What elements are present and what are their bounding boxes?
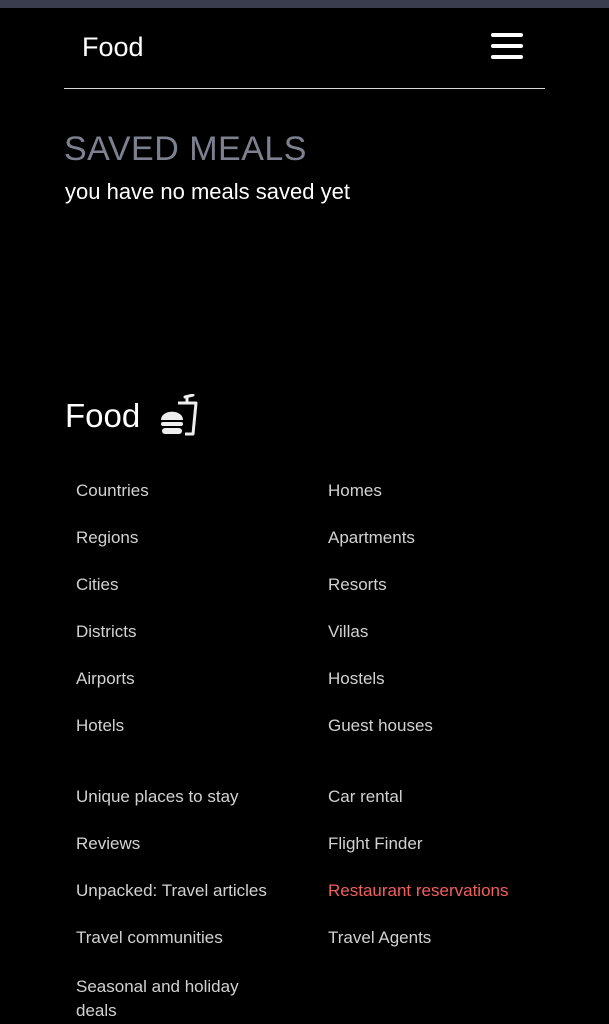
- footer-link[interactable]: Hostels: [328, 669, 433, 716]
- footer-link[interactable]: Apartments: [328, 528, 433, 575]
- footer-link[interactable]: Travel Agents: [328, 928, 508, 975]
- footer-link[interactable]: Resorts: [328, 575, 433, 622]
- fast-food-icon: [161, 394, 198, 436]
- footer-link[interactable]: Homes: [328, 481, 433, 528]
- footer-link[interactable]: Cities: [76, 575, 149, 622]
- footer-links-group1-right: Homes Apartments Resorts Villas Hostels …: [328, 481, 433, 763]
- footer-links-group1-left: Countries Regions Cities Districts Airpo…: [76, 481, 149, 763]
- footer-link[interactable]: Countries: [76, 481, 149, 528]
- footer-link[interactable]: Villas: [328, 622, 433, 669]
- footer-links-group2-right: Car rental Flight Finder Restaurant rese…: [328, 787, 508, 975]
- saved-meals-empty-message: you have no meals saved yet: [65, 179, 350, 204]
- footer-links-group2-left: Unique places to stay Reviews Unpacked: …: [76, 787, 276, 1023]
- footer-link[interactable]: Regions: [76, 528, 149, 575]
- footer-link[interactable]: Seasonal and holiday deals: [76, 975, 276, 1023]
- footer-brand: Food: [65, 394, 202, 438]
- footer-link[interactable]: Unique places to stay: [76, 787, 276, 834]
- footer-link[interactable]: Hotels: [76, 716, 149, 763]
- footer-link[interactable]: Flight Finder: [328, 834, 508, 881]
- footer-link[interactable]: Travel communities: [76, 928, 276, 975]
- footer-link-restaurant-reservations[interactable]: Restaurant reservations: [328, 881, 508, 928]
- footer-link[interactable]: Car rental: [328, 787, 508, 834]
- footer-link[interactable]: Reviews: [76, 834, 276, 881]
- saved-meals-heading: SAVED MEALS: [64, 130, 307, 168]
- footer-brand-label: Food: [65, 397, 141, 434]
- site-header: Food: [64, 8, 545, 89]
- footer-link[interactable]: Airports: [76, 669, 149, 716]
- footer-link[interactable]: Districts: [76, 622, 149, 669]
- hamburger-menu-icon[interactable]: [491, 32, 523, 60]
- footer-link[interactable]: Unpacked: Travel articles: [76, 881, 276, 928]
- brand-title[interactable]: Food: [82, 32, 144, 63]
- footer-link[interactable]: Guest houses: [328, 716, 433, 763]
- browser-top-bar: [0, 0, 609, 8]
